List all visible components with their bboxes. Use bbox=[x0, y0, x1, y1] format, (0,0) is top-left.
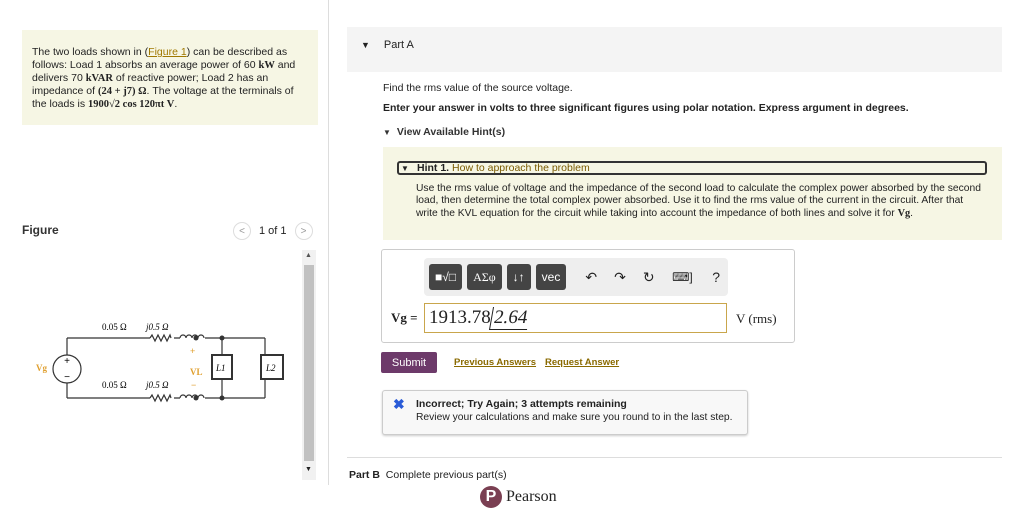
next-figure-button[interactable]: > bbox=[294, 222, 313, 240]
submit-button[interactable]: Submit bbox=[381, 352, 437, 373]
request-answer-link[interactable]: Request Answer bbox=[545, 357, 619, 368]
problem-statement: The two loads shown in (Figure 1) can be… bbox=[22, 30, 318, 125]
incorrect-icon: ✖ bbox=[393, 396, 405, 412]
reset-icon[interactable]: ↻ bbox=[637, 269, 661, 286]
hint-1-header[interactable]: ▼ Hint 1. How to approach the problem bbox=[397, 161, 987, 175]
vl-minus: − bbox=[191, 380, 196, 390]
angle-value: 2.64 bbox=[488, 307, 532, 330]
figure-link[interactable]: Figure 1 bbox=[148, 46, 187, 58]
caret-down-icon: ▼ bbox=[401, 164, 409, 173]
x1-label: j0.5 Ω bbox=[145, 322, 169, 332]
circuit-diagram: + − 0.05 Ω j0.5 Ω 0.05 Ω j0.5 Ω Vg + VL … bbox=[36, 322, 284, 403]
l2-label: L2 bbox=[265, 363, 276, 373]
collapse-icon: ▼ bbox=[361, 40, 370, 50]
vl-label: VL bbox=[190, 367, 203, 377]
greek-button[interactable]: ΑΣφ bbox=[467, 264, 502, 290]
part-b-header[interactable]: Part B Complete previous part(s) bbox=[349, 469, 507, 481]
pager-text: 1 of 1 bbox=[259, 225, 287, 237]
previous-answers-link[interactable]: Previous Answers bbox=[454, 357, 536, 368]
question-text: Find the rms value of the source voltage… bbox=[383, 82, 573, 94]
templates-button[interactable]: ■√□ bbox=[429, 264, 463, 290]
l1-label: L1 bbox=[215, 363, 226, 373]
figure-label: Figure bbox=[22, 223, 59, 237]
feedback-body: Review your calculations and make sure y… bbox=[416, 412, 733, 423]
view-hints-toggle[interactable]: ▼ View Available Hint(s) bbox=[383, 126, 505, 138]
scrollbar-thumb[interactable] bbox=[304, 265, 314, 461]
figure-pager: < 1 of 1 > bbox=[233, 222, 313, 240]
scroll-up-icon[interactable]: ▲ bbox=[305, 252, 312, 259]
vector-button[interactable]: vec bbox=[535, 264, 567, 290]
redo-icon[interactable]: ↷ bbox=[608, 269, 632, 286]
source-plus: + bbox=[64, 356, 70, 367]
vg-label: Vg bbox=[36, 363, 47, 373]
caret-down-icon: ▼ bbox=[383, 128, 391, 137]
pearson-logo-icon: P bbox=[480, 486, 502, 508]
r2-label: 0.05 Ω bbox=[102, 380, 127, 390]
panel-divider bbox=[328, 0, 329, 485]
instructions: Enter your answer in volts to three sign… bbox=[383, 102, 909, 114]
answer-input[interactable]: 1913.782.64 bbox=[424, 303, 727, 333]
vl-plus: + bbox=[190, 346, 195, 356]
prev-figure-button[interactable]: < bbox=[233, 222, 251, 240]
arrows-button[interactable]: ↓↑ bbox=[506, 264, 531, 290]
unit-label: V (rms) bbox=[736, 311, 777, 326]
answer-label: Vg = bbox=[391, 310, 418, 325]
help-icon[interactable]: ? bbox=[704, 269, 728, 285]
math-toolbar: ■√□ ΑΣφ ↓↑ vec ↶ ↷ ↻ ⌨] ? bbox=[424, 258, 728, 296]
section-divider bbox=[347, 457, 1002, 458]
scroll-down-icon[interactable]: ▼ bbox=[305, 466, 312, 473]
pearson-logo: P Pearson bbox=[480, 486, 557, 508]
part-a-header[interactable]: ▼ Part A bbox=[347, 27, 1002, 72]
hint-body: Use the rms value of voltage and the imp… bbox=[416, 183, 981, 219]
x2-label: j0.5 Ω bbox=[145, 380, 169, 390]
feedback-title: Incorrect; Try Again; 3 attempts remaini… bbox=[416, 398, 627, 410]
keyboard-icon[interactable]: ⌨] bbox=[666, 270, 700, 284]
r1-label: 0.05 Ω bbox=[102, 322, 127, 332]
source-minus: − bbox=[64, 372, 70, 383]
undo-icon[interactable]: ↶ bbox=[579, 269, 603, 286]
